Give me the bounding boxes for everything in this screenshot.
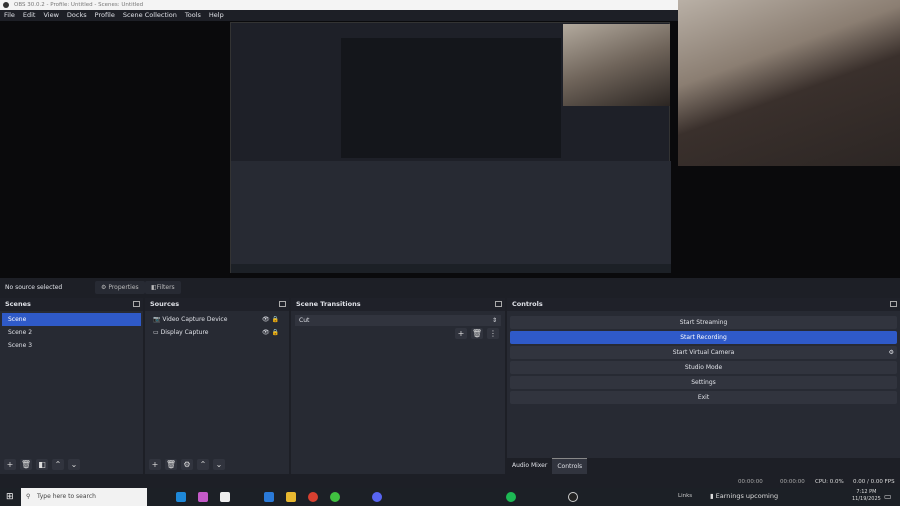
- controls-title: Controls: [512, 300, 543, 308]
- source-item[interactable]: ▭ Display Capture 👁 🔒: [147, 326, 287, 339]
- controls-dock: Controls Start Streaming Start Recording…: [507, 298, 900, 474]
- news-widget[interactable]: ▮ Earnings upcoming: [710, 492, 778, 500]
- sources-title: Sources: [150, 300, 180, 308]
- copilot-icon[interactable]: [198, 492, 208, 502]
- nested-webcam-image: [563, 24, 670, 106]
- scene-item[interactable]: Scene 3: [2, 339, 141, 352]
- discord-icon[interactable]: [372, 492, 382, 502]
- window-title: OBS 30.0.2 - Profile: Untitled - Scenes:…: [14, 2, 144, 8]
- menu-scene-collection[interactable]: Scene Collection: [123, 10, 177, 21]
- menu-tools[interactable]: Tools: [185, 10, 201, 21]
- clock[interactable]: 7:12 PM 11/19/2025: [852, 489, 881, 503]
- edge-icon[interactable]: [176, 492, 186, 502]
- add-scene-button[interactable]: +: [4, 459, 16, 470]
- menu-view[interactable]: View: [43, 10, 58, 21]
- add-source-button[interactable]: +: [149, 459, 161, 470]
- move-up-button[interactable]: ⌃: [52, 459, 64, 470]
- scenes-dock: Scenes Scene Scene 2 Scene 3 + 🗑 ◧ ⌃ ⌄: [0, 298, 145, 474]
- start-recording-button[interactable]: Start Recording: [510, 331, 897, 344]
- search-box[interactable]: ⚲ Type here to search: [21, 488, 147, 506]
- file-explorer-icon[interactable]: [286, 492, 296, 502]
- exit-button[interactable]: Exit: [510, 391, 897, 404]
- taskbar: ⊞ ⚲ Type here to search Links ▮ Earnings …: [0, 488, 900, 506]
- store-icon[interactable]: [220, 492, 230, 502]
- scenes-title: Scenes: [5, 300, 31, 308]
- eye-icon[interactable]: 👁 🔒: [262, 313, 279, 326]
- gear-icon[interactable]: ⚙: [181, 459, 193, 470]
- scene-item[interactable]: Scene 2: [2, 326, 141, 339]
- studio-mode-button[interactable]: Studio Mode: [510, 361, 897, 374]
- menu-docks[interactable]: Docks: [67, 10, 87, 21]
- scene-item[interactable]: Scene: [2, 313, 141, 326]
- move-up-button[interactable]: ⌃: [197, 459, 209, 470]
- tab-controls[interactable]: Controls: [552, 458, 588, 474]
- source-item[interactable]: 📷 Video Capture Device 👁 🔒: [147, 313, 287, 326]
- menu-edit[interactable]: Edit: [23, 10, 36, 21]
- camera-icon: 📷: [153, 316, 161, 323]
- trash-icon[interactable]: 🗑: [20, 459, 32, 470]
- rec-time: 00:00:00: [780, 479, 805, 485]
- undock-icon[interactable]: [133, 301, 140, 307]
- menu-profile[interactable]: Profile: [95, 10, 115, 21]
- notification-icon[interactable]: ▭: [884, 492, 892, 501]
- properties-button[interactable]: ⚙ Properties: [95, 281, 145, 294]
- settings-button[interactable]: Settings: [510, 376, 897, 389]
- monitor-icon: ▭: [153, 329, 159, 336]
- spotify-icon[interactable]: [506, 492, 516, 502]
- add-transition-button[interactable]: +: [455, 328, 467, 339]
- status-bar: 00:00:00 00:00:00 CPU: 0.0% 0.00 / 0.00 …: [0, 476, 900, 488]
- more-icon[interactable]: ⋮: [487, 328, 499, 339]
- menu-help[interactable]: Help: [209, 10, 224, 21]
- fps: 0.00 / 0.00 FPS: [853, 479, 895, 485]
- filters-button[interactable]: ◧Filters: [145, 281, 181, 294]
- filter-icon[interactable]: ◧: [36, 459, 48, 470]
- trash-icon[interactable]: 🗑: [165, 459, 177, 470]
- transition-select[interactable]: Cut ⇕: [295, 315, 501, 326]
- stream-time: 00:00:00: [738, 479, 763, 485]
- undock-icon[interactable]: [890, 301, 897, 307]
- chevron-down-icon: ⇕: [491, 317, 497, 324]
- transitions-title: Scene Transitions: [296, 300, 361, 308]
- tab-audio-mixer[interactable]: Audio Mixer: [507, 458, 552, 474]
- mail-icon[interactable]: [264, 492, 274, 502]
- gear-icon: ⚙: [101, 284, 107, 291]
- windows-start-icon[interactable]: ⊞: [6, 492, 14, 502]
- links-toolbar[interactable]: Links: [678, 493, 692, 499]
- trash-icon[interactable]: 🗑: [471, 328, 483, 339]
- no-source-label: No source selected: [5, 284, 63, 291]
- menu-file[interactable]: File: [4, 10, 15, 21]
- move-down-button[interactable]: ⌄: [68, 459, 80, 470]
- transitions-dock: Scene Transitions Cut ⇕ + 🗑 ⋮: [291, 298, 507, 474]
- chrome-icon[interactable]: [308, 492, 318, 502]
- search-icon: ⚲: [26, 493, 31, 500]
- move-down-button[interactable]: ⌄: [213, 459, 225, 470]
- gear-icon: ⚙: [888, 349, 894, 356]
- sources-dock: Sources 📷 Video Capture Device 👁 🔒 ▭ Disp…: [145, 298, 291, 474]
- cpu-usage: CPU: 0.0%: [815, 479, 844, 485]
- obs-logo-icon: [3, 2, 9, 8]
- menu-bar: File Edit View Docks Profile Scene Colle…: [0, 10, 680, 21]
- app-icon[interactable]: [330, 492, 340, 502]
- webcam-feed: [678, 0, 900, 166]
- start-streaming-button[interactable]: Start Streaming: [510, 316, 897, 329]
- undock-icon[interactable]: [279, 301, 286, 307]
- obs-taskbar-icon[interactable]: [568, 492, 578, 502]
- source-toolbar: No source selected ⚙ Properties ◧Filters: [0, 280, 900, 295]
- eye-icon[interactable]: 👁 🔒: [262, 326, 279, 339]
- undock-icon[interactable]: [495, 301, 502, 307]
- start-virtual-camera-button[interactable]: Start Virtual Camera ⚙: [510, 346, 897, 359]
